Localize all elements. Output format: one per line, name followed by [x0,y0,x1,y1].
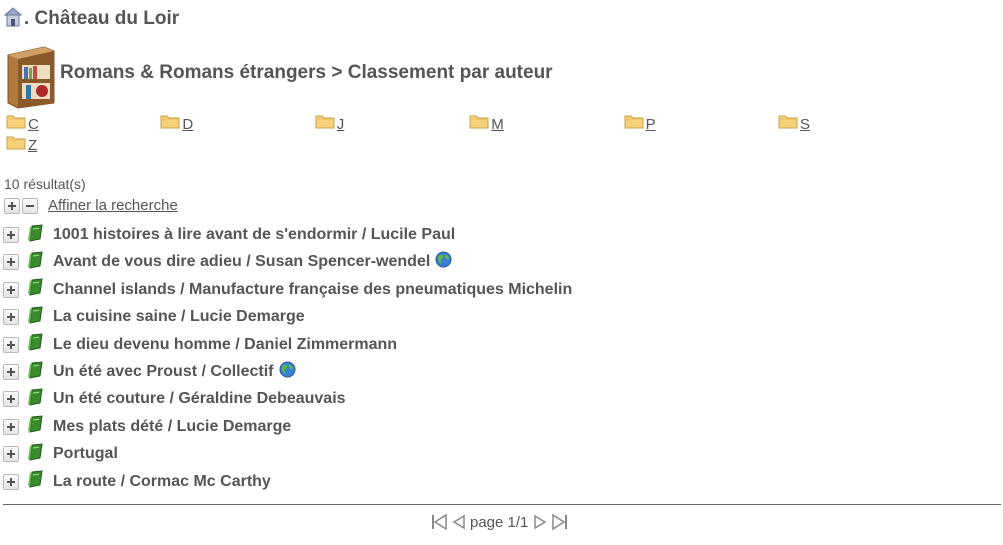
result-row[interactable]: Portugal [3,443,118,465]
result-title[interactable]: Mes plats dété / Lucie Demarge [53,418,291,436]
folder-icon [160,113,180,133]
expand-icon[interactable] [3,364,19,380]
result-row[interactable]: La route / Cormac Mc Carthy [3,470,271,493]
expand-icon[interactable] [3,473,19,490]
result-count: 10 résultat(s) [4,176,86,192]
result-row[interactable]: La cuisine saine / Lucie Demarge [3,306,305,328]
last-page-icon[interactable] [551,513,569,531]
expand-all-icon[interactable] [4,197,20,214]
bookshelf-icon [4,45,56,114]
folder-icon [778,113,798,133]
result-row[interactable]: 1001 histoires à lire avant de s'endormi… [3,223,455,247]
letter-folder-j[interactable]: J [315,113,345,133]
letter-label: M [491,116,504,133]
result-row[interactable]: Mes plats dété / Lucie Demarge [3,415,291,438]
letter-folder-c[interactable]: C [6,114,39,133]
letter-label: C [28,116,39,133]
results-divider [3,504,1001,505]
globe-icon[interactable] [279,361,296,383]
letter-folder-p[interactable]: P [624,114,656,133]
next-page-icon[interactable] [533,514,547,530]
shelf-breadcrumb: Romans & Romans étrangers > Classement p… [60,61,553,83]
letter-label: D [182,116,194,133]
book-icon [27,251,45,274]
result-title[interactable]: 1001 histoires à lire avant de s'endormi… [53,226,455,244]
expand-icon[interactable] [3,336,19,353]
library-name: . Château du Loir [24,8,180,29]
result-title[interactable]: Portugal [53,445,118,463]
result-title[interactable]: Un été avec Proust / Collectif [53,363,274,381]
book-icon [27,415,45,438]
previous-page-icon[interactable] [452,514,466,530]
letter-label: S [800,116,811,133]
result-title[interactable]: La route / Cormac Mc Carthy [53,473,271,491]
result-row[interactable]: Un été couture / Géraldine Debeauvais [3,388,346,410]
book-icon [27,333,45,356]
folder-icon [315,113,335,133]
expand-icon[interactable] [3,309,19,326]
book-icon [27,470,45,493]
letter-folder-m[interactable]: M [469,114,504,133]
book-icon [27,278,45,301]
result-title[interactable]: La cuisine saine / Lucie Demarge [53,308,305,326]
letter-label: J [336,116,345,133]
refine-search-link[interactable]: Affiner la recherche [48,197,178,214]
expand-icon[interactable] [3,446,19,463]
shelf-header: Romans & Romans étrangers > Classement p… [4,45,553,114]
result-title[interactable]: Channel islands / Manufacture française … [53,281,572,299]
library-header: . Château du Loir [3,6,180,32]
expand-icon[interactable] [3,391,19,408]
expand-icon[interactable] [3,227,19,243]
collapse-all-icon[interactable] [22,197,38,214]
result-row[interactable]: Channel islands / Manufacture française … [3,278,572,301]
book-icon [27,388,45,411]
refine-search: Affiner la recherche [4,197,178,214]
expand-icon[interactable] [3,281,19,298]
book-icon [27,306,45,329]
folder-icon [6,113,26,133]
result-row[interactable]: Le dieu devenu homme / Daniel Zimmermann [3,333,397,356]
pagination: page 1/1 [430,511,569,533]
expand-icon[interactable] [3,418,19,435]
page-indicator: page 1/1 [470,513,529,531]
letter-folder-z[interactable]: Z [6,135,37,154]
letter-folder-d[interactable]: D [160,114,193,133]
result-row[interactable]: Un été avec Proust / Collectif [3,360,296,384]
result-row[interactable]: Avant de vous dire adieu / Susan Spencer… [3,251,452,273]
book-icon [27,443,45,466]
letter-label: P [645,116,656,133]
globe-icon[interactable] [435,251,452,273]
result-title[interactable]: Un été couture / Géraldine Debeauvais [53,390,346,408]
folder-icon [6,134,26,154]
book-icon [27,360,45,384]
letter-label: Z [28,137,38,154]
folder-icon [624,113,644,133]
expand-icon[interactable] [3,254,19,271]
book-icon [27,223,45,247]
result-title[interactable]: Avant de vous dire adieu / Susan Spencer… [53,253,430,271]
first-page-icon[interactable] [430,513,448,531]
home-icon[interactable] [3,6,23,32]
result-title[interactable]: Le dieu devenu homme / Daniel Zimmermann [53,336,397,354]
folder-icon [469,113,489,133]
letter-folder-s[interactable]: S [778,114,810,133]
